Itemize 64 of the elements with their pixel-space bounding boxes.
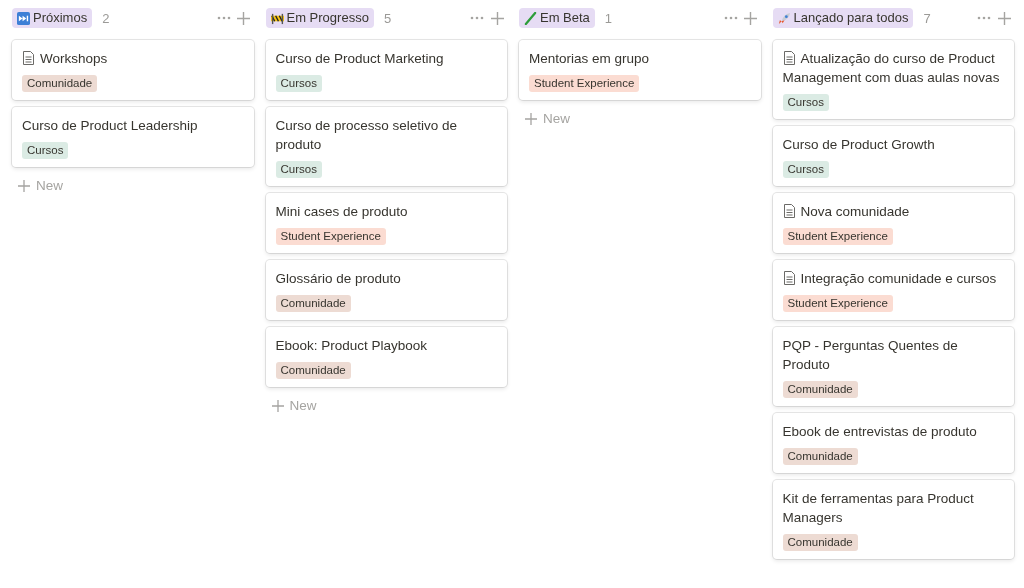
- plus-icon: [271, 399, 284, 412]
- rocket-icon: [777, 11, 791, 25]
- card-title: Curso de Product Marketing: [275, 50, 445, 68]
- card[interactable]: Glossário de produto Comunidade: [265, 260, 507, 320]
- card-title: Integração comunidade e cursos: [782, 269, 1004, 288]
- tag: Cursos: [782, 94, 829, 111]
- tag: Student Experience: [782, 228, 893, 245]
- card[interactable]: Mentorias em grupo Student Experience: [519, 40, 761, 100]
- card-count: 7: [923, 10, 931, 26]
- page-icon: [782, 271, 796, 285]
- card-title: Glossário de produto: [275, 270, 402, 288]
- card[interactable]: Kit de ferramentas para Product Managers Comunidade: [772, 480, 1014, 559]
- card[interactable]: Curso de processo seletivo de produto Cursos: [265, 107, 507, 186]
- pen-icon: [524, 11, 537, 25]
- group-label[interactable]: Em Beta: [519, 8, 595, 28]
- card[interactable]: Workshops Comunidade: [12, 40, 254, 100]
- card-count: 1: [604, 10, 613, 26]
- card-title: Curso de processo seletivo de produto: [275, 117, 459, 154]
- card[interactable]: Curso de Product Leadership Cursos: [12, 107, 254, 167]
- card-title: Atualização do curso de Product Management com duas aulas novas: [782, 50, 1001, 87]
- card[interactable]: Integração comunidade e cursos Student Experience: [772, 260, 1014, 320]
- card[interactable]: Nova comunidade Student Experience: [772, 193, 1014, 253]
- card-title: Ebook de entrevistas de produto: [782, 423, 978, 441]
- card-title: Workshops: [22, 49, 244, 68]
- card-count: 2: [102, 10, 110, 26]
- fast-forward-icon: [17, 11, 30, 25]
- group-label[interactable]: Lançado para todos: [772, 8, 914, 28]
- tag: Cursos: [275, 75, 322, 92]
- card-count: 5: [383, 10, 392, 26]
- card[interactable]: Curso de Product Growth Cursos: [772, 126, 1014, 186]
- card[interactable]: Ebook de entrevistas de produto Comunidade: [772, 413, 1014, 473]
- card-title: Mentorias em grupo: [529, 50, 651, 68]
- barrier-icon: [270, 11, 284, 25]
- card-title: Mini cases de produto: [275, 203, 409, 221]
- tag: Cursos: [22, 142, 69, 159]
- card-title: Curso de Product Leadership: [22, 117, 199, 135]
- card[interactable]: PQP - Perguntas Quentes de Produto Comunidade: [772, 327, 1014, 406]
- card[interactable]: Ebook: Product Playbook Comunidade: [265, 327, 507, 387]
- tag: Student Experience: [529, 75, 640, 92]
- tag: Cursos: [275, 161, 322, 178]
- card[interactable]: Curso de Product Marketing Cursos: [265, 40, 507, 100]
- tag: Comunidade: [22, 75, 98, 92]
- tag: Comunidade: [782, 534, 858, 551]
- tag: Student Experience: [782, 295, 893, 312]
- tag: Comunidade: [782, 381, 858, 398]
- plus-icon: [18, 179, 30, 192]
- card[interactable]: Mini cases de produto Student Experience: [265, 193, 507, 253]
- group-label[interactable]: Em Progresso: [265, 8, 374, 28]
- card-title: Curso de Product Growth: [782, 136, 936, 154]
- tag: Cursos: [782, 161, 829, 178]
- page-icon: [782, 204, 796, 218]
- tag: Comunidade: [275, 295, 351, 312]
- page-icon: [782, 51, 796, 65]
- tag: Student Experience: [275, 228, 386, 245]
- card-title: Ebook: Product Playbook: [275, 337, 429, 355]
- group-label[interactable]: Próximos: [12, 8, 93, 28]
- card-title: Nova comunidade: [782, 202, 1004, 221]
- page-icon: [22, 51, 35, 65]
- plus-icon: [525, 112, 537, 125]
- tag: Comunidade: [275, 362, 351, 379]
- tag: Comunidade: [782, 448, 858, 465]
- card-title: Kit de ferramentas para Product Managers: [782, 490, 975, 527]
- card[interactable]: Atualização do curso de Product Management com duas aulas novas Cursos: [772, 40, 1014, 119]
- card-title: PQP - Perguntas Quentes de Produto: [782, 337, 959, 374]
